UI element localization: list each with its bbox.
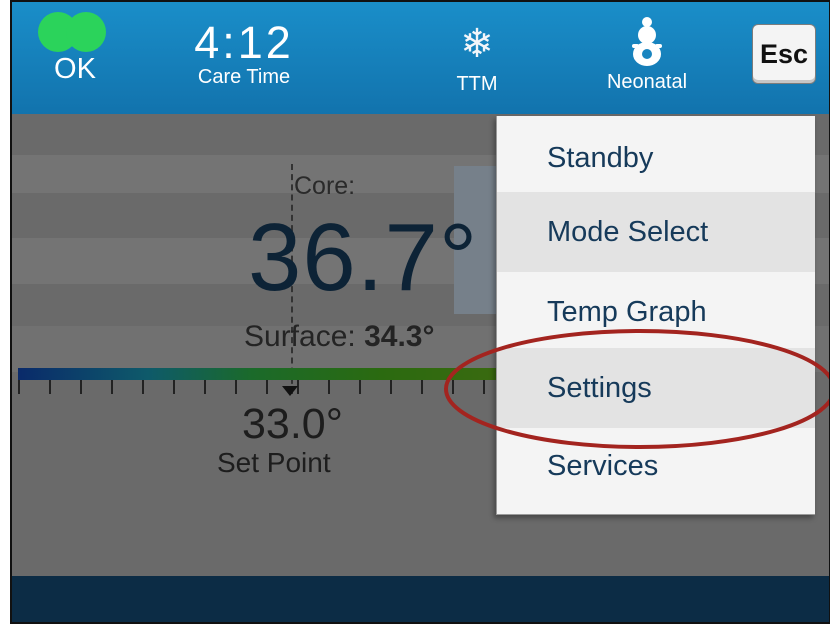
device-screen: OK 4:12 Care Time ❄ TTM Neonatal Esc Cor…	[10, 0, 830, 624]
bottom-bar	[12, 576, 829, 622]
therapy-mode[interactable]: ❄ TTM	[442, 16, 512, 96]
dropdown-menu: Standby Mode Select Temp Graph Settings …	[496, 116, 815, 515]
status-lights	[38, 12, 112, 62]
highlight-oval	[444, 329, 829, 449]
set-point-arrow-icon	[282, 386, 298, 396]
esc-button[interactable]: Esc	[752, 24, 816, 84]
baby-icon	[627, 14, 667, 70]
set-point-value: 33.0°	[242, 400, 343, 448]
care-time-value: 4:12	[194, 17, 294, 68]
set-point-label: Set Point	[217, 447, 331, 478]
surface-temperature: Surface: 34.3°	[244, 320, 434, 354]
surface-value: 34.3°	[364, 320, 435, 353]
status-light-icon	[66, 12, 106, 52]
menu-item-mode-select[interactable]: Mode Select	[497, 192, 815, 272]
care-time-label: Care Time	[197, 66, 291, 88]
therapy-mode-label: TTM	[456, 73, 498, 95]
surface-label: Surface:	[244, 320, 356, 353]
patient-type[interactable]: Neonatal	[572, 14, 722, 94]
patient-type-label: Neonatal	[606, 71, 688, 93]
status-indicator[interactable]: OK	[38, 12, 112, 84]
core-label: Core:	[294, 172, 356, 200]
core-temperature-value: 36.7°	[248, 204, 479, 311]
snowflake-icon: ❄	[460, 22, 494, 66]
header-bar: OK 4:12 Care Time ❄ TTM Neonatal Esc	[12, 2, 829, 114]
menu-item-standby[interactable]: Standby	[497, 116, 815, 192]
care-time: 4:12 Care Time	[184, 17, 304, 89]
